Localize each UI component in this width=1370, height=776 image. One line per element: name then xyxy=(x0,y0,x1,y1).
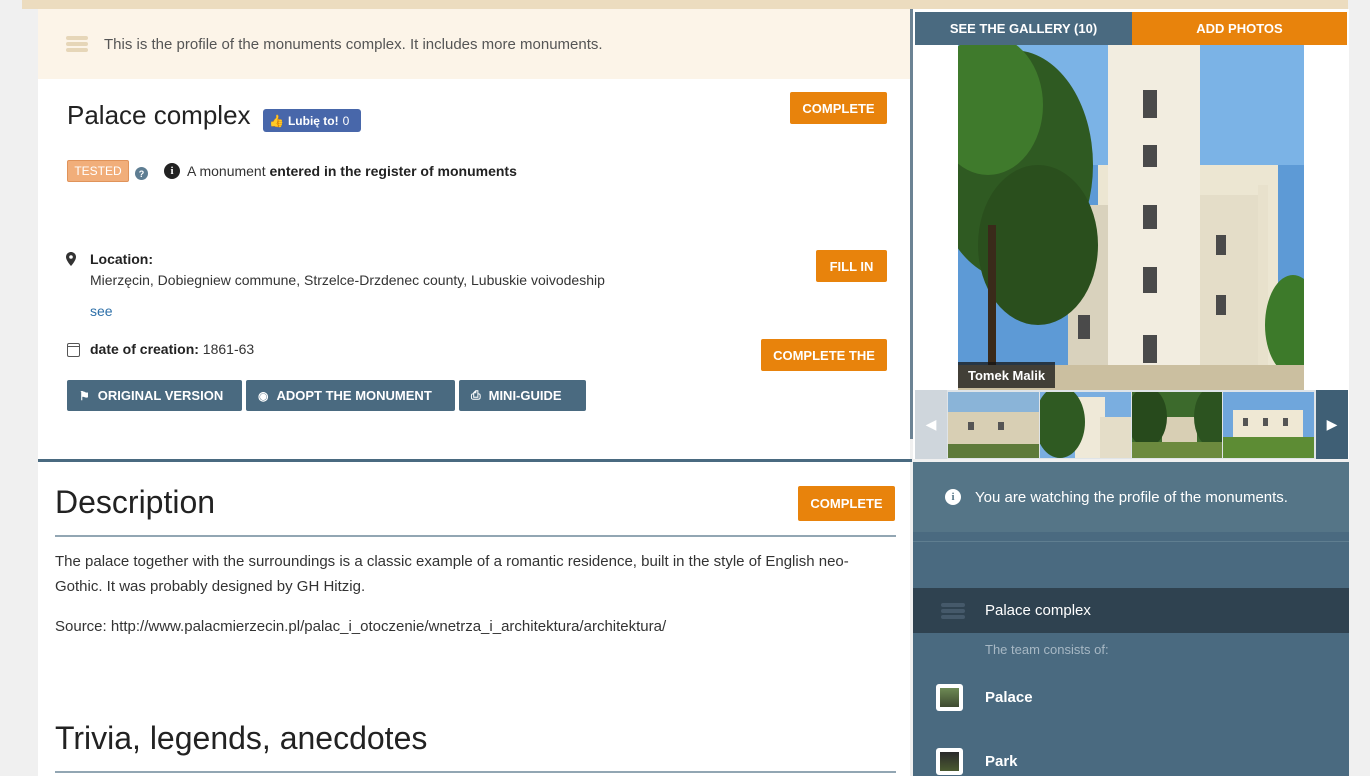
thumbs-up-icon: 👍 xyxy=(269,113,284,128)
trivia-rule xyxy=(55,771,896,773)
thumbnail-1[interactable] xyxy=(948,392,1039,458)
watching-notice: i You are watching the profile of the mo… xyxy=(913,462,1349,532)
sidebar-item-palace[interactable]: Palace xyxy=(936,684,1033,711)
sidebar-item-park[interactable]: Park xyxy=(936,748,1018,775)
mini-guide-button[interactable]: ⎙ MINI-GUIDE xyxy=(459,380,586,411)
mini-guide-label: MINI-GUIDE xyxy=(488,388,562,403)
add-photos-button[interactable]: ADD PHOTOS xyxy=(1132,12,1347,45)
sidebar-separator xyxy=(913,541,1349,542)
help-icon[interactable]: ? xyxy=(135,167,148,180)
watching-text: You are watching the profile of the monu… xyxy=(975,488,1288,506)
layers-icon xyxy=(66,36,90,52)
notice-text: This is the profile of the monuments com… xyxy=(104,35,603,53)
info-icon: i xyxy=(164,163,180,179)
team-label: The team consists of: xyxy=(985,642,1109,657)
facebook-like-button[interactable]: 👍 Lubię to! 0 xyxy=(263,109,361,132)
thumbnail-2[interactable] xyxy=(1040,392,1131,458)
park-thumbnail-icon xyxy=(936,748,963,775)
fill-in-button[interactable]: FILL IN xyxy=(816,250,887,282)
main-photo[interactable] xyxy=(958,45,1304,390)
like-count: 0 xyxy=(342,113,350,128)
description-source: Source: http://www.palacmierzecin.pl/pal… xyxy=(55,618,667,635)
tested-badge: TESTED xyxy=(67,160,129,182)
see-gallery-button[interactable]: SEE THE GALLERY (10) xyxy=(915,12,1132,45)
section-divider xyxy=(38,459,912,462)
member-name: Palace xyxy=(985,689,1033,706)
layers-icon xyxy=(941,602,971,619)
complete-the-button[interactable]: COMPLETE THE xyxy=(761,339,887,371)
eye-icon: ◉ xyxy=(258,388,269,403)
adopt-label: ADOPT THE MONUMENT xyxy=(276,388,432,403)
like-label: Lubię to! xyxy=(287,113,339,128)
complete-description-button[interactable]: COMPLETE xyxy=(798,486,895,521)
member-name: Park xyxy=(985,753,1018,770)
description-text: The palace together with the surrounding… xyxy=(55,553,849,595)
location-pin-icon xyxy=(66,252,76,266)
palace-thumbnail-icon xyxy=(936,684,963,711)
complex-name: Palace complex xyxy=(985,602,1091,619)
next-arrow-icon[interactable]: ▶ xyxy=(1316,390,1348,459)
thumbnail-4[interactable] xyxy=(1223,392,1314,458)
creation-value: 1861-63 xyxy=(202,341,255,357)
description-rule xyxy=(55,535,896,537)
column-divider xyxy=(910,9,913,439)
page-title: Palace complex xyxy=(67,100,251,130)
register-bold: entered in the register of monuments xyxy=(269,163,517,179)
photo-credit: Tomek Malik xyxy=(958,362,1056,388)
thumbnail-3[interactable] xyxy=(1132,392,1222,458)
calendar-icon xyxy=(67,343,80,357)
see-link[interactable]: see xyxy=(90,303,113,319)
complete-header-button[interactable]: COMPLETE xyxy=(790,92,887,124)
adopt-monument-button[interactable]: ◉ ADOPT THE MONUMENT xyxy=(246,380,455,411)
complex-notice: This is the profile of the monuments com… xyxy=(38,9,910,79)
prev-arrow-icon[interactable]: ◀ xyxy=(915,390,947,459)
original-version-label: ORIGINAL VERSION xyxy=(97,388,224,403)
flag-icon: ⚑ xyxy=(79,388,90,403)
sidebar-item-palace-complex[interactable]: Palace complex xyxy=(913,588,1349,633)
print-icon: ⎙ xyxy=(471,388,481,402)
location-value: Mierzęcin, Dobiegniew commune, Strzelce-… xyxy=(90,272,605,288)
location-label: Location: xyxy=(90,251,153,267)
register-status: A monument entered in the register of mo… xyxy=(187,163,517,179)
original-version-button[interactable]: ⚑ ORIGINAL VERSION xyxy=(67,380,242,411)
info-icon: i xyxy=(945,489,961,505)
trivia-heading: Trivia, legends, anecdotes xyxy=(55,720,428,756)
description-heading: Description xyxy=(55,484,216,520)
top-strip xyxy=(22,0,1348,9)
register-prefix: A monument xyxy=(187,163,266,179)
creation-date: date of creation: 1861-63 xyxy=(90,341,254,357)
creation-label: date of creation: xyxy=(90,341,199,357)
